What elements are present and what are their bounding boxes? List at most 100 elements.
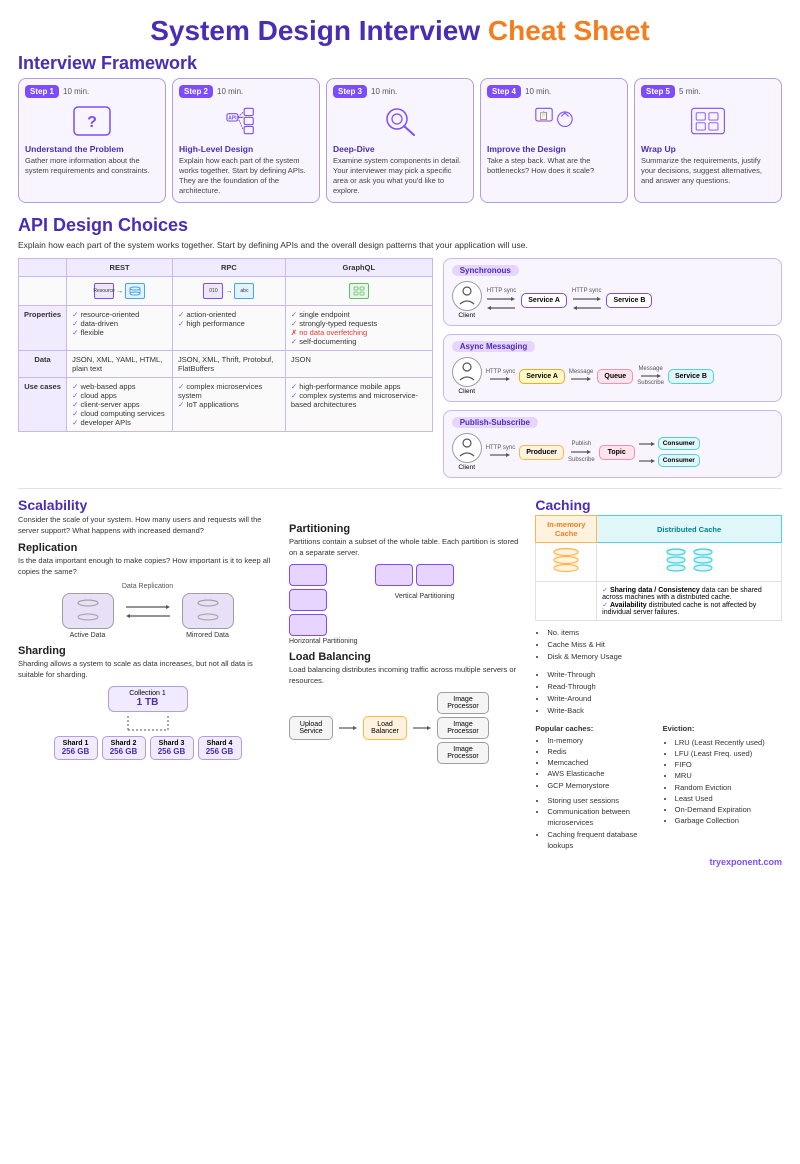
replication-heading: Replication [18,542,277,554]
step-badge-3: Step 3 [333,85,367,98]
step-desc-3: Examine system components in detail. You… [333,156,467,197]
footer: tryexponent.com [18,857,782,867]
step-card-3: Step 3 10 min. Deep-Dive Examine system … [326,78,474,204]
replication-desc: Is the data important enough to make cop… [18,556,277,577]
rpc-use-cases: complex microservices system IoT applica… [173,378,286,432]
rpc-uc-list: complex microservices system IoT applica… [178,382,280,409]
popular-and-use-cases: Popular caches: In-memory Redis Memcache… [535,723,654,851]
sync-service-a: Service A [521,293,567,308]
step-card-4: Step 4 10 min. 📋 Improve the Design Take… [480,78,628,204]
lb-diagram: Upload Service Load Balancer Image Proce… [289,692,523,764]
dist-icon [597,543,782,582]
rpc-icon-cell: 010 → abc [173,277,286,306]
title-part2: Cheat Sheet [488,15,650,46]
use-cases-label: Use cases [19,378,67,432]
svg-text:API: API [228,115,237,121]
step-title-4: Improve the Design [487,144,566,154]
lb-proc-3: Image Processor [437,742,489,764]
partition-diagram: Horizontal Partitioning Vertical Partiti… [289,564,523,645]
eviction-title: Eviction: [663,723,782,734]
upload-service: Upload Service [289,716,333,740]
improve-icon: 📋 [530,102,578,140]
horiz-box-3 [289,614,327,636]
dist-features: Sharing data / Consistency data can be s… [597,582,782,621]
vert-label: Vertical Partitioning [395,593,455,600]
scalability-heading: Scalability [18,497,277,513]
evict-4: Random Eviction [675,782,782,793]
step-title-3: Deep-Dive [333,144,375,154]
data-label: Data [19,351,67,378]
cache-bottom-row: Popular caches: In-memory Redis Memcache… [535,723,782,851]
icon-row-label [19,277,67,306]
step-header-1: Step 1 10 min. [25,85,89,98]
step-time-3: 10 min. [371,87,397,96]
in-mem-features [536,582,597,621]
sync-arrow2: HTTP sync [572,288,602,294]
pubsub-label: Publish-Subscribe [452,417,538,428]
step-header-2: Step 2 10 min. [179,85,243,98]
graphql-icon [349,283,369,299]
step-card-5: Step 5 5 min. Wrap Up Summarize the requ… [634,78,782,204]
async-label: Async Messaging [452,341,536,352]
lb-proc-2: Image Processor [437,717,489,739]
rest-properties: resource-oriented data-driven flexible [67,306,173,351]
comm-diagrams: Synchronous Client HTTP sync Service A [443,258,782,478]
pubsub-client [452,433,482,463]
graphql-prop-list: single endpoint strongly-typed requests … [291,310,427,346]
question-icon: ? [68,102,116,140]
step-badge-1: Step 1 [25,85,59,98]
caching-col: Caching In-memory Cache Distributed Cach… [535,497,782,851]
step-card-2: Step 2 10 min. API High-Level Design Exp… [172,78,320,204]
evict-3: MRU [675,770,782,781]
step-badge-2: Step 2 [179,85,213,98]
lb-proc-1: Image Processor [437,692,489,714]
rpc-properties: action-oriented high performance [173,306,286,351]
shard-4: Shard 4 256 GB [198,736,242,760]
async-service-a: Service A [519,369,565,384]
graphql-properties: single endpoint strongly-typed requests … [285,306,432,351]
rep-box-mirrored [182,593,234,629]
step-title-5: Wrap Up [641,144,676,154]
api-design-subtext: Explain how each part of the system work… [18,240,782,250]
partitioning-heading: Partitioning [289,523,523,535]
load-balancer: Load Balancer [363,716,407,740]
step-desc-2: Explain how each part of the system work… [179,156,313,197]
interview-framework-heading: Interview Framework [18,53,782,74]
step-badge-4: Step 4 [487,85,521,98]
metric-0: No. items [547,627,782,639]
rpc-icon: 010 [203,283,223,299]
step-desc-1: Gather more information about the system… [25,156,159,176]
pubsub-publish: Publish [572,441,592,447]
async-service-b: Service B [668,369,714,384]
steps-row: Step 1 10 min. ? Understand the Problem … [18,78,782,204]
horiz-box-1 [289,564,327,586]
col-header-empty [19,259,67,277]
lb-arrow2 [413,724,431,732]
api-table: REST RPC GraphQL Resource → [18,258,433,432]
evict-7: Garbage Collection [675,815,782,826]
properties-label: Properties [19,306,67,351]
step-desc-5: Summarize the requirements, justify your… [641,156,775,186]
col-header-graphql: GraphQL [285,259,432,277]
wrap-up-icon [684,102,732,140]
metric-2: Disk & Memory Usage [547,651,782,663]
replication-diagram: Data Replication Active Data [18,583,277,639]
async-client-label: Client [458,388,475,395]
pubsub-subscribe1: Subscribe [568,457,595,463]
sharding-diagram: Collection 1 1 TB Shard 1 256 GB Shard 2 [18,686,277,760]
evict-5: Least Used [675,793,782,804]
title-part1: System Design Interview [150,15,488,46]
async-client [452,357,482,387]
rest-data: JSON, XML, YAML, HTML, plain text [67,351,173,378]
eviction-col: Eviction: LRU (Least Recently used) LFU … [663,723,782,851]
strategy-1: Read-Through [547,681,782,693]
rest-prop-list: resource-oriented data-driven flexible [72,310,167,337]
rest-use-cases: web-based apps cloud apps client-server … [67,378,173,432]
rest-db-icon [125,283,145,299]
async-arrow4: Subscribe [637,380,664,386]
eviction-list: LRU (Least Recently used) LFU (Least Fre… [663,737,782,827]
svg-text:?: ? [87,114,97,131]
collection-label: Collection 1 [117,690,179,697]
sync-diagram: Synchronous Client HTTP sync Service A [443,258,782,326]
graphql-data: JSON [285,351,432,378]
